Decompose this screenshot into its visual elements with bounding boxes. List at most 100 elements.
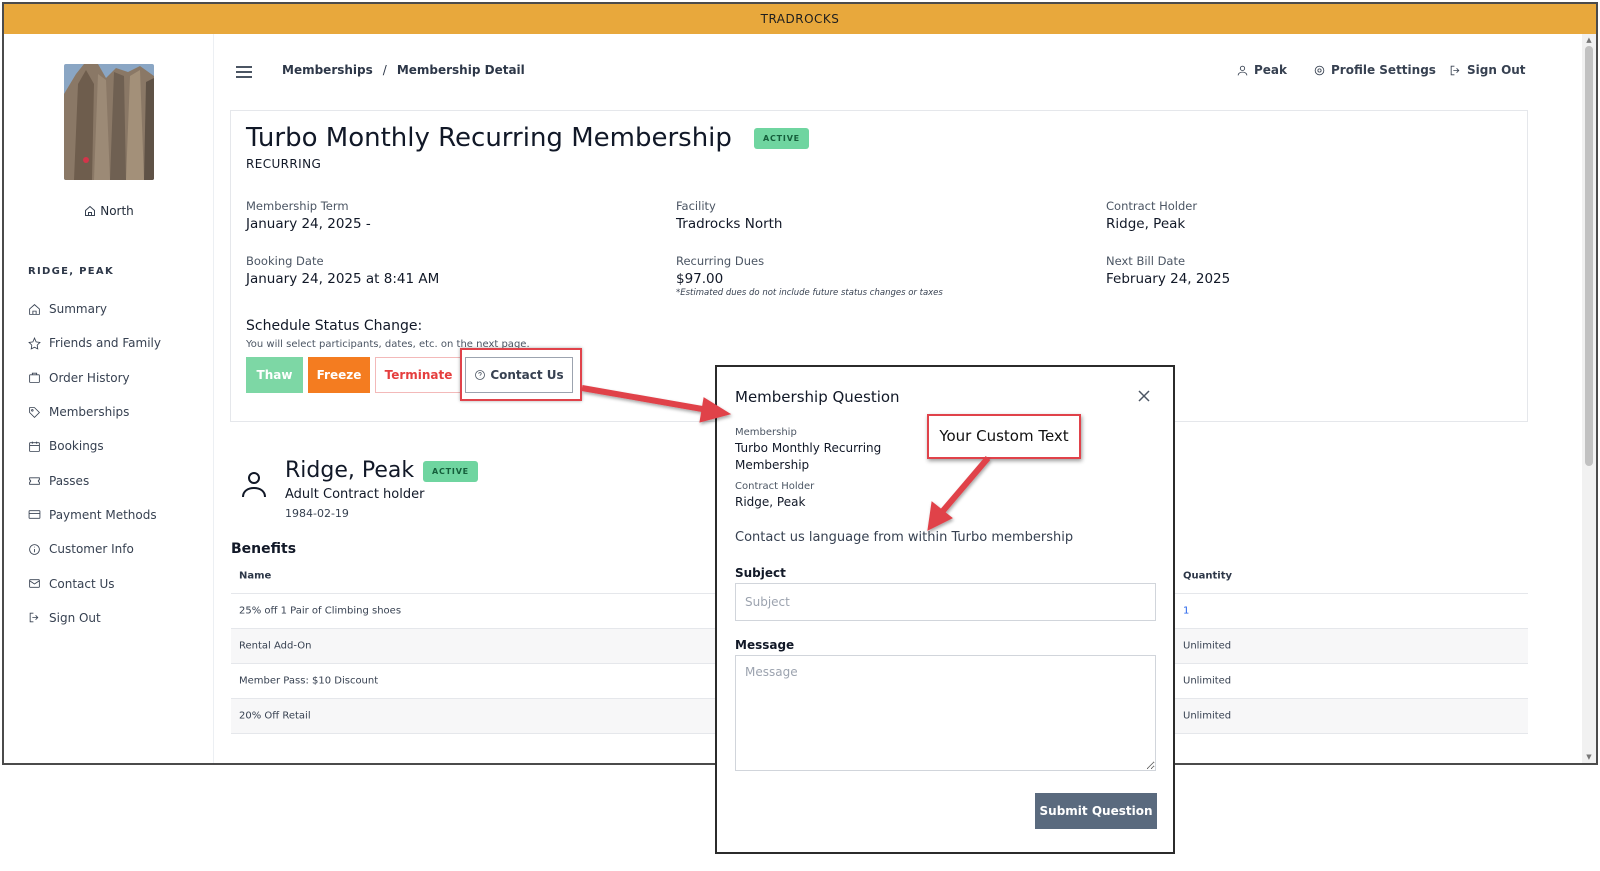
- sign-out-label: Sign Out: [1467, 63, 1526, 77]
- breadcrumb-memberships-link[interactable]: Memberships: [282, 63, 373, 77]
- gear-icon: [1314, 65, 1325, 75]
- modal-contract-holder-label: Contract Holder: [735, 481, 815, 492]
- sidebar-item-label: Payment Methods: [49, 507, 157, 522]
- dues-note: *Estimated dues do not include future st…: [676, 288, 943, 298]
- scrollbar-thumb[interactable]: [1585, 46, 1593, 466]
- sidebar-item-friends-and-family[interactable]: Friends and Family: [28, 326, 161, 360]
- sidebar-item-passes[interactable]: Passes: [28, 463, 161, 497]
- facility-label: Facility: [676, 199, 716, 213]
- sign-out-icon: [29, 613, 39, 623]
- modal-membership-value-line-2: Membership: [735, 458, 810, 472]
- breadcrumb-current: Membership Detail: [396, 63, 525, 77]
- sidebar-user-heading: RIDGE, PEAK: [28, 266, 114, 277]
- message-input[interactable]: [735, 655, 1156, 771]
- sidebar-item-memberships[interactable]: Memberships: [28, 395, 161, 429]
- membership-term-value: January 24, 2025 -: [246, 216, 371, 232]
- sidebar-item-customer-info[interactable]: Customer Info: [28, 532, 161, 566]
- benefit-name: Rental Add-On: [239, 640, 312, 652]
- sidebar-item-label: Summary: [49, 302, 107, 317]
- credit-card-icon: [28, 510, 41, 520]
- user-icon: [1237, 65, 1248, 75]
- location-name: North: [100, 204, 134, 218]
- home-icon: [29, 303, 40, 315]
- gym-logo-image: [64, 64, 154, 180]
- page-scrollbar[interactable]: ▲ ▼: [1582, 34, 1596, 763]
- benefit-name: 20% Off Retail: [239, 710, 311, 722]
- modal-title: Membership Question: [735, 388, 900, 406]
- sidebar-item-summary[interactable]: Summary: [28, 292, 161, 326]
- freeze-button[interactable]: Freeze: [308, 357, 370, 393]
- column-header-quantity: Quantity: [1183, 570, 1232, 582]
- sidebar-item-label: Customer Info: [49, 542, 134, 557]
- benefits-title: Benefits: [231, 541, 297, 557]
- sign-out-icon: [1450, 65, 1460, 75]
- booking-date-label: Booking Date: [246, 254, 324, 268]
- sidebar: North RIDGE, PEAK Summary Friends and Fa…: [4, 34, 214, 763]
- home-icon: [85, 205, 96, 216]
- close-icon[interactable]: [1137, 389, 1151, 403]
- subject-input[interactable]: [735, 583, 1156, 621]
- benefit-quantity: 1: [1183, 605, 1190, 617]
- scroll-down-arrow-icon[interactable]: ▼: [1582, 753, 1596, 761]
- facility-value: Tradrocks North: [676, 216, 783, 232]
- sidebar-item-label: Passes: [49, 473, 90, 488]
- membership-title: Turbo Monthly Recurring Membership: [246, 123, 732, 153]
- breadcrumb: Memberships / Membership Detail: [282, 63, 525, 77]
- contract-holder-value: Ridge, Peak: [1106, 216, 1186, 232]
- calendar-icon: [29, 441, 40, 452]
- sidebar-item-sign-out[interactable]: Sign Out: [28, 601, 161, 635]
- app-title-bar: TRADROCKS: [4, 4, 1596, 34]
- sidebar-item-contact-us[interactable]: Contact Us: [28, 566, 161, 600]
- modal-contract-holder-value: Ridge, Peak: [735, 495, 806, 509]
- sign-out-link[interactable]: Sign Out: [1449, 63, 1526, 77]
- user-link-label: Peak: [1254, 63, 1288, 77]
- sidebar-item-bookings[interactable]: Bookings: [28, 429, 161, 463]
- recurring-dues-label: Recurring Dues: [676, 254, 765, 268]
- booking-date-value: January 24, 2025 at 8:41 AM: [246, 271, 440, 287]
- person-dob: 1984-02-19: [285, 507, 349, 520]
- benefit-quantity: Unlimited: [1183, 640, 1232, 652]
- thaw-button[interactable]: Thaw: [246, 357, 303, 393]
- star-icon: [28, 336, 41, 350]
- sidebar-item-label: Sign Out: [49, 610, 101, 625]
- ticket-icon: [29, 477, 40, 485]
- sidebar-item-payment-methods[interactable]: Payment Methods: [28, 498, 161, 532]
- annotation-highlight-box: [460, 348, 582, 401]
- next-bill-date-label: Next Bill Date: [1106, 254, 1186, 268]
- schedule-status-title: Schedule Status Change:: [246, 318, 423, 334]
- info-icon: [29, 543, 40, 555]
- user-link[interactable]: Peak: [1236, 63, 1287, 77]
- terminate-button[interactable]: Terminate: [375, 357, 462, 393]
- breadcrumb-separator: /: [382, 63, 387, 77]
- sidebar-item-label: Order History: [49, 370, 130, 385]
- sidebar-item-order-history[interactable]: Order History: [28, 361, 161, 395]
- submit-question-button[interactable]: Submit Question: [1035, 793, 1157, 829]
- location-selector[interactable]: North: [4, 204, 214, 218]
- sidebar-item-label: Memberships: [49, 405, 130, 420]
- bag-icon: [29, 372, 40, 384]
- modal-membership-label: Membership: [735, 427, 797, 438]
- profile-settings-link[interactable]: Profile Settings: [1313, 63, 1436, 77]
- message-label: Message: [735, 638, 795, 652]
- menu-toggle-icon[interactable]: [236, 66, 252, 78]
- contract-holder-label: Contract Holder: [1106, 199, 1198, 213]
- benefit-name: 25% off 1 Pair of Climbing shoes: [239, 605, 402, 617]
- scroll-up-arrow-icon[interactable]: ▲: [1582, 36, 1596, 44]
- screenshot-stage: TRADROCKS North RIDGE, PEAK Summary Frie…: [0, 0, 1600, 871]
- person-status-badge: ACTIVE: [423, 461, 478, 482]
- person-role: Adult Contract holder: [285, 487, 425, 502]
- membership-term-label: Membership Term: [246, 199, 349, 213]
- sidebar-item-label: Contact Us: [49, 576, 115, 591]
- membership-status-badge: ACTIVE: [754, 128, 809, 149]
- column-header-name: Name: [239, 570, 272, 582]
- profile-settings-label: Profile Settings: [1331, 63, 1436, 77]
- sidebar-item-label: Bookings: [49, 439, 104, 454]
- person-name: Ridge, Peak: [285, 458, 415, 483]
- modal-membership-value-line-1: Turbo Monthly Recurring: [735, 441, 882, 455]
- sidebar-nav: Summary Friends and Family Order History…: [28, 292, 161, 635]
- annotation-callout: Your Custom Text: [927, 414, 1081, 459]
- benefit-quantity: Unlimited: [1183, 675, 1232, 687]
- modal-custom-text: Contact us language from within Turbo me…: [735, 530, 1074, 545]
- subject-label: Subject: [735, 566, 786, 580]
- benefit-quantity: Unlimited: [1183, 710, 1232, 722]
